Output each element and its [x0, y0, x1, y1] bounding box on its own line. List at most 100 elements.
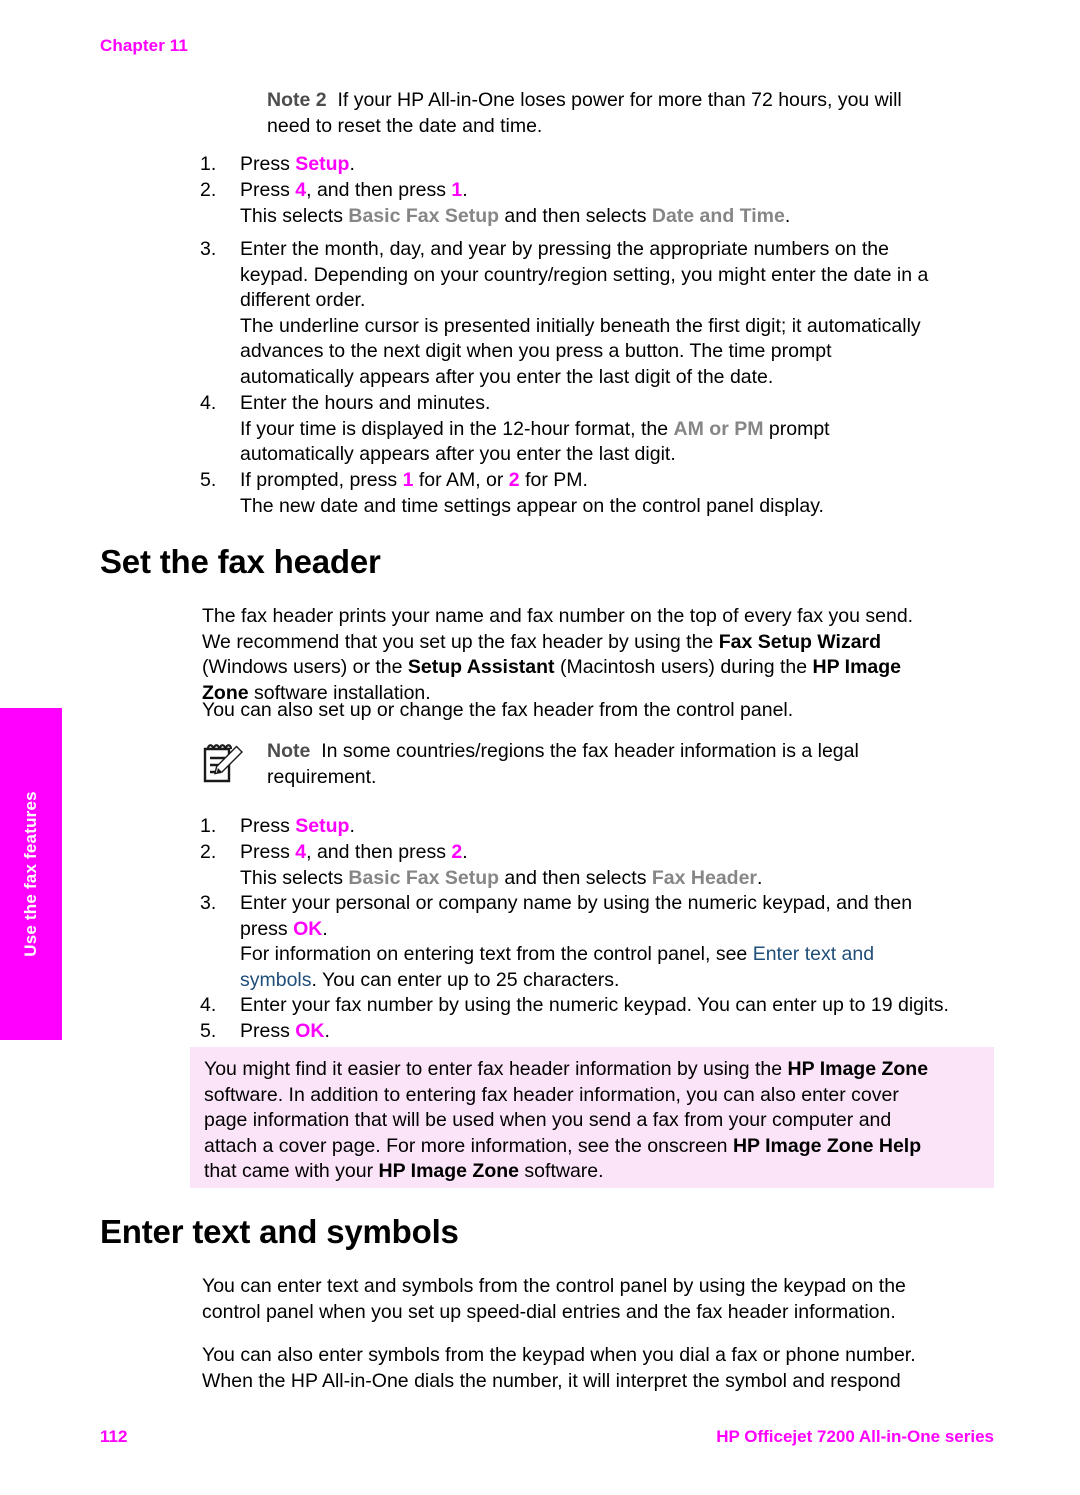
paragraph-line: You can also enter symbols from the keyp…: [202, 1344, 916, 1366]
step-line: keypad. Depending on your country/region…: [240, 263, 929, 286]
list-item: Enter the month, day, and year by pressi…: [240, 237, 997, 391]
step-line: Enter the month, day, and year by pressi…: [240, 238, 889, 260]
tip-line: page information that will be used when …: [204, 1109, 892, 1132]
keyword-setup: Setup: [295, 153, 350, 175]
menu-date-and-time: Date and Time: [651, 204, 785, 227]
list-item: Enter your fax number by using the numer…: [240, 994, 949, 1016]
list-item: Press 4, and then press 1. This selects …: [240, 178, 997, 229]
sub-text: The new date and time settings appear on…: [240, 494, 824, 517]
note-2-block: Note 2 If your HP All-in-One loses power…: [267, 88, 997, 139]
note-2-line1: If your HP All-in-One loses power for mo…: [337, 89, 902, 111]
page-title-set-the-fax-header: Set the fax header: [100, 543, 381, 580]
list-item: If prompted, press 1 for AM, or 2 for PM…: [240, 468, 997, 519]
step-line: automatically appears after you enter th…: [240, 365, 774, 388]
step-line: different order.: [240, 289, 366, 312]
footer-page-number: 112: [100, 1427, 128, 1446]
cross-reference-link-cont[interactable]: symbols: [240, 969, 312, 991]
side-thumb-tab-label: Use the fax features: [21, 791, 40, 957]
paragraph: The fax header prints your name and fax …: [202, 604, 997, 706]
tip-line: that came with your: [204, 1160, 379, 1183]
list-number: 1.: [200, 815, 217, 837]
emphasis-fax-setup-wizard: Fax Setup Wizard: [718, 630, 882, 653]
step-line: press: [240, 917, 294, 940]
keyword-key-1: 1: [451, 179, 463, 201]
step-line: Enter your personal or company name by u…: [240, 892, 913, 914]
step-text: If prompted, press: [240, 469, 403, 491]
step-text: Press: [240, 815, 296, 837]
keyword-setup: Setup: [295, 815, 350, 837]
note-2-label: Note 2: [267, 89, 327, 111]
step-text-tail: .: [462, 841, 468, 863]
menu-basic-fax-setup: Basic Fax Setup: [348, 204, 500, 227]
emphasis-setup-assistant: Setup Assistant: [407, 656, 555, 679]
step-line-tail: prompt: [763, 417, 830, 440]
step-text-mid: for AM, or: [413, 469, 509, 491]
sub-text-mid: and then selects: [499, 866, 652, 889]
step-text-tail: .: [462, 179, 468, 201]
note-block: Note In some countries/regions the fax h…: [267, 739, 997, 790]
tip-line: You might find it easier to enter fax he…: [204, 1058, 788, 1080]
list-item: Press OK.: [240, 1019, 997, 1045]
paragraph: You can enter text and symbols from the …: [202, 1274, 997, 1325]
step-text: Press: [240, 1020, 296, 1042]
note-2-line2: need to reset the date and time.: [267, 114, 543, 137]
tip-callout-box: You might find it easier to enter fax he…: [190, 1047, 994, 1188]
menu-basic-fax-setup: Basic Fax Setup: [348, 866, 500, 889]
list-number: 5.: [200, 1020, 217, 1042]
list-number: 2.: [200, 179, 217, 201]
list-number: 1.: [200, 153, 217, 175]
emphasis-hp-image: HP Image: [812, 656, 902, 679]
step-text-mid: , and then press: [306, 179, 452, 201]
tip-line: attach a cover page. For more informatio…: [204, 1134, 733, 1157]
page-title-enter-text-and-symbols: Enter text and symbols: [100, 1213, 459, 1250]
sub-text-tail: .: [784, 204, 791, 227]
note-line2: requirement.: [267, 765, 377, 788]
step-line: automatically appears after you enter th…: [240, 443, 676, 466]
step-text: Press: [240, 179, 296, 201]
tip-line-tail: software.: [519, 1160, 604, 1183]
paragraph-line: You can enter text and symbols from the …: [202, 1275, 906, 1297]
keyword-ok: OK: [295, 1020, 325, 1042]
step-text-tail: .: [324, 1020, 330, 1042]
step-text: Press: [240, 841, 296, 863]
step-line: Enter the hours and minutes.: [240, 392, 491, 414]
emphasis-hp-image-zone: HP Image Zone: [787, 1058, 929, 1080]
sub-text: This selects: [240, 866, 349, 889]
menu-fax-header: Fax Header: [651, 866, 758, 889]
step-line: If your time is displayed in the 12-hour…: [240, 417, 674, 440]
paragraph-line: We recommend that you set up the fax hea…: [202, 630, 719, 653]
step-line: advances to the next digit when you pres…: [240, 340, 832, 363]
keyword-key-4: 4: [295, 179, 307, 201]
document-page: Chapter 11 Use the fax features Note 2 I…: [0, 0, 1080, 1495]
chapter-running-head: Chapter 11: [100, 36, 188, 55]
footer-product-title: HP Officejet 7200 All-in-One series: [716, 1427, 994, 1446]
list-item: Press 4, and then press 2. This selects …: [240, 840, 997, 891]
keyword-ok: OK: [293, 917, 323, 940]
paragraph-line-mid: (Macintosh users) during the: [554, 656, 813, 679]
list-item: Enter the hours and minutes. If your tim…: [240, 391, 997, 468]
paragraph-line: The fax header prints your name and fax …: [202, 605, 914, 627]
side-thumb-tab: Use the fax features: [0, 708, 62, 1040]
tip-callout-text: You might find it easier to enter fax he…: [204, 1057, 984, 1185]
sub-text-mid: and then selects: [499, 204, 652, 227]
paragraph-line: When the HP All-in-One dials the number,…: [202, 1369, 901, 1392]
list-number: 3.: [200, 238, 217, 260]
menu-am-or-pm: AM or PM: [673, 417, 764, 440]
list-item: Press Setup.: [240, 152, 997, 178]
emphasis-hp-image-zone-help: HP Image Zone Help: [732, 1134, 922, 1157]
paragraph: You can also set up or change the fax he…: [202, 699, 794, 721]
cross-reference-link[interactable]: Enter text and: [753, 943, 874, 965]
emphasis-hp-image-zone: HP Image Zone: [378, 1160, 520, 1183]
step-text: Press: [240, 153, 296, 175]
keyword-key-4: 4: [295, 841, 307, 863]
note-label: Note: [267, 740, 311, 762]
step-line: For information on entering text from th…: [240, 943, 753, 966]
step-text-mid: , and then press: [306, 841, 452, 863]
list-number: 3.: [200, 892, 217, 914]
tip-line: software. In addition to entering fax he…: [204, 1083, 899, 1106]
keyword-key-2: 2: [451, 841, 463, 863]
step-line: The underline cursor is presented initia…: [240, 314, 921, 337]
list-number: 4.: [200, 994, 217, 1016]
step-text-tail: .: [349, 815, 355, 837]
sub-text: This selects: [240, 204, 349, 227]
